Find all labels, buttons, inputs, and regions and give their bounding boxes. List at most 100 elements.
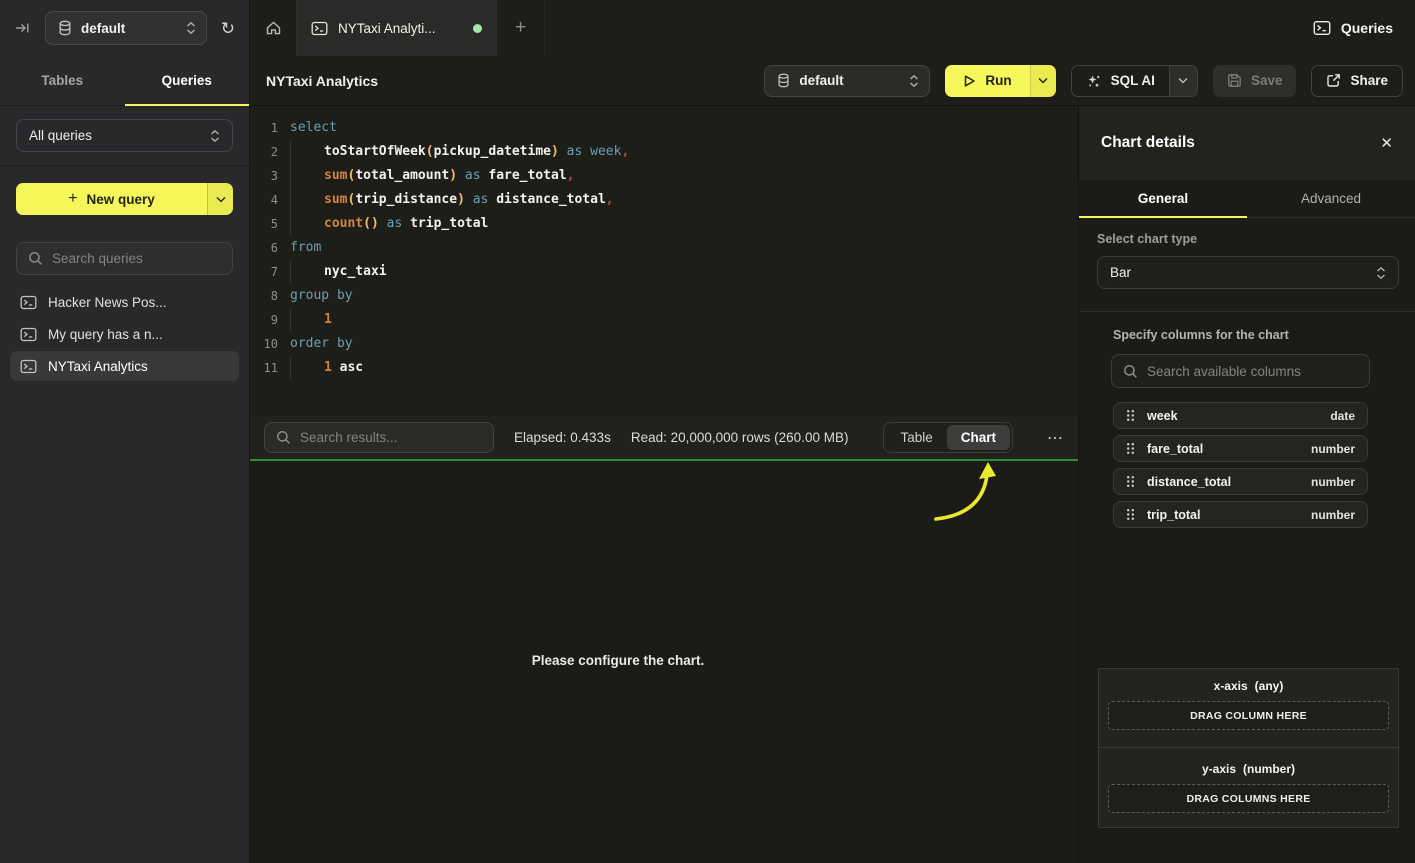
sql-ai-dropdown[interactable] [1169,66,1197,96]
database-icon [777,73,790,88]
y-axis-drop-zone[interactable]: DRAG COLUMNS HERE [1108,784,1389,813]
save-label: Save [1251,73,1283,88]
line-number: 9 [250,308,278,332]
sql-ai-button[interactable]: SQL AI [1071,65,1198,97]
header-controls: default Run [764,65,1403,97]
annotation-arrow [910,461,1030,541]
column-chip-fare_total[interactable]: fare_total number [1113,435,1368,462]
queries-topbar-button[interactable]: Queries [1291,0,1415,56]
chevron-updown-icon [909,74,919,88]
rows-read: Read: 20,000,000 rows (260.00 MB) [631,430,849,445]
search-queries-input[interactable]: Search queries [16,242,233,275]
code-text: 1 asc [290,356,363,380]
editor-line: 3sum(total_amount) as fare_total, [250,164,1078,188]
panel-tab-advanced[interactable]: Advanced [1247,180,1415,217]
column-name: distance_total [1147,475,1299,489]
share-button[interactable]: Share [1311,65,1403,97]
chevron-updown-icon [210,129,220,143]
query-terminal-icon [20,295,37,310]
run-button-main[interactable]: Run [945,65,1029,97]
header-database-select[interactable]: default [764,65,930,97]
run-label: Run [985,73,1011,88]
column-chip-week[interactable]: weekdate [1113,402,1368,429]
panel-header: Chart details ✕ [1079,106,1415,180]
query-terminal-icon [311,21,328,36]
sql-ai-label: SQL AI [1111,73,1155,88]
code-text: 1 [290,308,332,332]
x-axis-drop-zone[interactable]: DRAG COLUMN HERE [1108,701,1389,730]
query-terminal-icon [20,327,37,342]
column-chip-trip_total[interactable]: trip_totalnumber [1113,501,1368,528]
query-filter-value: All queries [29,128,210,143]
new-query-button[interactable]: + New query [16,183,233,215]
new-tab-button[interactable]: + [497,0,545,56]
table-view-button[interactable]: Table [886,425,946,450]
run-dropdown[interactable] [1030,65,1056,97]
tab-nytaxi-analytics[interactable]: NYTaxi Analyti... [297,0,497,56]
sidebar-tab-queries[interactable]: Queries [125,56,250,105]
sparkle-icon [1086,73,1102,89]
line-number: 4 [250,188,278,212]
column-type: number [1311,442,1355,456]
y-axis-constraint: (number) [1243,762,1295,776]
sidebar-tab-tables[interactable]: Tables [0,56,125,105]
share-icon [1326,73,1341,88]
sql-ai-main[interactable]: SQL AI [1072,66,1169,96]
column-name: week [1147,409,1318,423]
column-name: trip_total [1147,508,1299,522]
columns-section: Specify columns for the chart Search ava… [1113,328,1368,534]
refresh-icon[interactable]: ↻ [221,20,235,37]
home-tab[interactable] [250,0,297,56]
more-options-icon[interactable]: ⋯ [1047,428,1064,448]
chevron-updown-icon [186,21,196,35]
code-text: from [290,236,321,260]
code-text: sum(trip_distance) as distance_total, [290,188,614,212]
sidebar-tabs: Tables Queries [0,56,249,106]
column-list: weekdatefare_totalnumberdistance_totalnu… [1113,402,1368,528]
query-item-label: NYTaxi Analytics [48,359,148,374]
elapsed-time: Elapsed: 0.433s [514,430,611,445]
column-name: fare_total [1147,442,1299,456]
top-bar-left: default ↻ [0,0,250,56]
drag-grip-icon[interactable] [1126,508,1135,521]
columns-search-placeholder: Search available columns [1147,364,1301,379]
topbar-database-select[interactable]: default [45,11,207,45]
search-results-input[interactable]: Search results... [264,422,494,453]
sql-editor[interactable]: 1select2toStartOfWeek(pickup_datetime) a… [250,106,1078,416]
drag-grip-icon[interactable] [1126,475,1135,488]
drag-grip-icon[interactable] [1126,409,1135,422]
new-query-main[interactable]: + New query [16,183,207,215]
unsaved-changes-dot [473,24,482,33]
code-text: sum(total_amount) as fare_total, [290,164,574,188]
line-number: 8 [250,284,278,308]
code-text: select [290,116,337,140]
query-list-item[interactable]: My query has a n... [10,319,239,349]
drag-grip-icon[interactable] [1126,442,1135,455]
run-button[interactable]: Run [945,65,1055,97]
save-button[interactable]: Save [1213,65,1297,97]
line-number: 1 [250,116,278,140]
y-axis-section: y-axis (number) DRAG COLUMNS HERE [1099,762,1398,813]
columns-search-input[interactable]: Search available columns [1111,354,1370,388]
line-number: 10 [250,332,278,356]
page-title: NYTaxi Analytics [266,73,378,89]
query-filter-select[interactable]: All queries [16,119,233,152]
code-text: nyc_taxi [290,260,387,284]
chart-view-button[interactable]: Chart [947,425,1010,450]
share-label: Share [1350,73,1388,88]
column-chip-distance_total[interactable]: distance_total number [1113,468,1368,495]
collapse-sidebar-icon[interactable] [14,20,31,36]
query-list-item[interactable]: Hacker News Pos... [10,287,239,317]
panel-tab-general[interactable]: General [1079,180,1247,217]
x-axis-label: x-axis [1214,679,1248,693]
column-type: number [1311,475,1355,489]
main-header: NYTaxi Analytics default [250,56,1415,106]
database-icon [58,20,72,36]
new-query-dropdown[interactable] [207,183,233,215]
chart-type-label: Select chart type [1097,232,1399,246]
y-axis-label: y-axis [1202,762,1236,776]
chart-type-select[interactable]: Bar [1097,256,1399,289]
results-toolbar: Search results... Elapsed: 0.433s Read: … [250,416,1078,459]
close-icon[interactable]: ✕ [1380,134,1393,152]
query-list-item[interactable]: NYTaxi Analytics [10,351,239,381]
